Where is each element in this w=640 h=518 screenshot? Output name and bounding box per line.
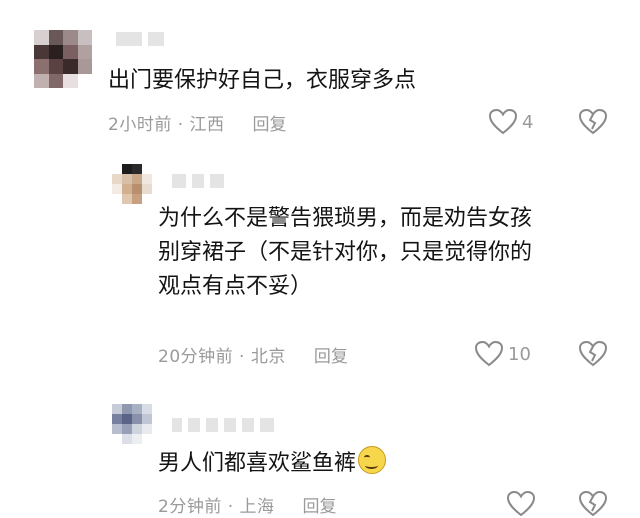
comment-meta: 20分钟前 · 北京 回复 xyxy=(158,342,348,367)
like-button[interactable] xyxy=(506,490,536,518)
dislike-button[interactable] xyxy=(578,340,608,368)
broken-heart-icon xyxy=(578,490,608,517)
smirk-emoji-icon xyxy=(358,446,387,474)
dislike-button[interactable] xyxy=(578,108,608,136)
time-location: 2分钟前 · 上海 xyxy=(158,497,275,517)
heart-icon xyxy=(506,490,536,517)
comment-actions xyxy=(506,490,536,518)
like-button[interactable]: 10 xyxy=(474,340,531,368)
comment-text-content: 男人们都喜欢鲨鱼裤 xyxy=(158,451,357,476)
comment-text: 出门要保护好自己，衣服穿多点 xyxy=(108,68,417,93)
broken-heart-icon xyxy=(578,340,608,367)
username[interactable] xyxy=(172,172,224,190)
broken-heart-icon xyxy=(578,108,608,135)
comment-actions: 4 xyxy=(488,108,533,136)
reply-button[interactable]: 回复 xyxy=(253,110,287,135)
comment-text: 为什么不是警告猥琐男，而是劝告女孩 别穿裙子（不是针对你，只是觉得你的 观点有点… xyxy=(158,206,533,299)
username[interactable] xyxy=(172,416,274,434)
heart-icon xyxy=(474,340,504,367)
avatar[interactable] xyxy=(112,404,152,444)
reply-button[interactable]: 回复 xyxy=(314,342,348,367)
avatar[interactable] xyxy=(34,30,92,88)
avatar[interactable] xyxy=(112,164,152,204)
dislike-button[interactable] xyxy=(578,490,608,518)
time-location: 20分钟前 · 北京 xyxy=(158,347,286,367)
time-location: 2小时前 · 江西 xyxy=(108,115,225,135)
like-button[interactable]: 4 xyxy=(488,108,533,136)
username[interactable] xyxy=(116,30,164,48)
comment-actions: 10 xyxy=(474,340,531,368)
heart-icon xyxy=(488,108,518,135)
reply-button[interactable]: 回复 xyxy=(303,492,337,517)
comment-text: 男人们都喜欢鲨鱼裤 xyxy=(158,446,387,481)
comment-meta: 2小时前 · 江西 回复 xyxy=(108,110,287,135)
like-count: 10 xyxy=(508,343,531,365)
like-count: 4 xyxy=(522,111,534,133)
comment-meta: 2分钟前 · 上海 回复 xyxy=(158,492,337,517)
